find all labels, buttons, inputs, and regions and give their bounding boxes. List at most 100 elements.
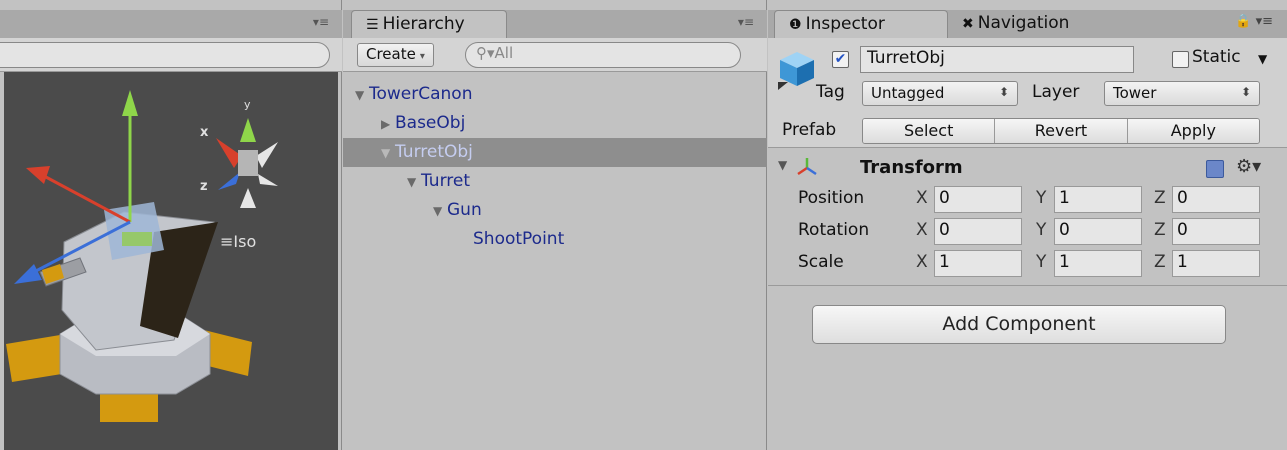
position-x-field[interactable]: 0	[934, 186, 1022, 213]
scene-panel: ▾≡ y x z ≡Iso	[0, 0, 342, 450]
position-row: Position X 0 Y 1 Z 0	[768, 184, 1287, 216]
search-icon: ⚲▾	[476, 44, 495, 62]
inspector-panel: ❶ Inspector ✖ Navigation 🔒 ▾≡ ✔ TurretObj …	[768, 0, 1287, 450]
create-button[interactable]: Create ▾	[357, 43, 434, 67]
hierarchy-item[interactable]: ▶ BaseObj	[343, 109, 767, 138]
position-y-field[interactable]: 1	[1054, 186, 1142, 213]
hierarchy-tree: ▼ TowerCanon ▶ BaseObj ▼ TurretObj ▼ Turret ▼ Gun…	[343, 80, 767, 254]
gizmo-x-arrow[interactable]	[26, 166, 50, 184]
tab-hierarchy[interactable]: ☰ Hierarchy	[351, 10, 507, 38]
updown-icon: ⬍	[1240, 85, 1251, 99]
hierarchy-item-label: ShootPoint	[473, 229, 565, 249]
orient-neg-y-cone[interactable]	[240, 188, 256, 208]
axis-z-label[interactable]: Z	[1154, 252, 1166, 272]
view-mode-label[interactable]: ≡Iso	[220, 232, 256, 251]
hierarchy-toolbar: Create ▾ ⚲▾All	[343, 38, 767, 72]
updown-icon: ⬍	[998, 85, 1009, 99]
scale-x-field[interactable]: 1	[934, 250, 1022, 277]
orient-neg-z-cone[interactable]	[258, 174, 278, 186]
panel-menu-icon[interactable]: ▾≡	[738, 15, 754, 29]
axis-y-label[interactable]: Y	[1036, 220, 1046, 240]
hierarchy-item[interactable]: ShootPoint	[343, 225, 767, 254]
scene-viewport[interactable]: y x z ≡Iso	[4, 72, 338, 450]
tab-inspector[interactable]: ❶ Inspector	[774, 10, 948, 38]
hierarchy-item[interactable]: ▼ TurretObj	[343, 138, 767, 167]
gizmo-y-arrow[interactable]	[122, 90, 138, 116]
expanded-arrow-icon[interactable]: ▼	[355, 81, 369, 110]
rotation-y-field[interactable]: 0	[1054, 218, 1142, 245]
tag-dropdown[interactable]: Untagged ⬍	[862, 81, 1018, 106]
hierarchy-item-label: Gun	[447, 200, 482, 220]
hierarchy-item-label: BaseObj	[395, 113, 466, 133]
hierarchy-search-input[interactable]: ⚲▾All	[465, 42, 741, 68]
axis-z-label[interactable]: Z	[1154, 220, 1166, 240]
orient-y-label: y	[244, 98, 251, 111]
prefab-apply-button[interactable]: Apply	[1127, 119, 1259, 143]
prefab-label: Prefab	[782, 120, 837, 140]
expanded-arrow-icon[interactable]: ▼	[407, 168, 421, 197]
layer-label: Layer	[1032, 82, 1080, 102]
axis-x-label[interactable]: X	[916, 220, 928, 240]
add-component-button[interactable]: Add Component	[812, 305, 1226, 344]
prefab-select-button[interactable]: Select	[863, 119, 996, 143]
scene-render: y x z	[6, 90, 278, 422]
axis-x-label[interactable]: X	[916, 252, 928, 272]
orient-center-cube[interactable]	[238, 150, 258, 176]
scale-z-field[interactable]: 1	[1172, 250, 1260, 277]
prefab-revert-button[interactable]: Revert	[995, 119, 1128, 143]
static-checkbox[interactable]	[1172, 51, 1189, 68]
scale-label: Scale	[798, 252, 844, 272]
static-label: Static	[1192, 47, 1241, 67]
orient-y-cone[interactable]	[240, 118, 256, 142]
orient-z-label: z	[200, 179, 208, 194]
transform-component: Position X 0 Y 1 Z 0 Rotation X 0 Y 0 Z …	[768, 152, 1287, 286]
layer-dropdown[interactable]: Tower ⬍	[1104, 81, 1260, 106]
gizmo-x-axis[interactable]	[43, 174, 131, 224]
gizmo-z-arrow[interactable]	[14, 264, 42, 284]
rotation-label: Rotation	[798, 220, 870, 240]
collapsed-arrow-icon[interactable]: ▶	[381, 110, 395, 139]
orient-x-label: x	[200, 125, 209, 140]
axis-z-label[interactable]: Z	[1154, 188, 1166, 208]
inspector-tabbar: ❶ Inspector ✖ Navigation	[768, 10, 1287, 38]
hierarchy-item[interactable]: ▼ Gun	[343, 196, 767, 225]
list-icon: ☰	[366, 17, 379, 33]
hierarchy-tabbar: ☰ Hierarchy	[343, 10, 767, 38]
lines-icon: ≡	[220, 232, 234, 251]
rotation-x-field[interactable]: 0	[934, 218, 1022, 245]
object-name-field[interactable]: TurretObj	[860, 46, 1134, 73]
navigation-icon: ✖	[962, 16, 974, 32]
lock-icon[interactable]: 🔒 ▾≡	[1235, 14, 1273, 29]
turret-top-marker	[122, 232, 152, 246]
expanded-arrow-icon[interactable]: ▼	[433, 197, 447, 226]
hierarchy-item-label: TowerCanon	[369, 84, 473, 104]
scene-search-input[interactable]	[0, 42, 330, 68]
rotation-z-field[interactable]: 0	[1172, 218, 1260, 245]
orient-neg-x-cone[interactable]	[256, 142, 278, 168]
position-label: Position	[798, 188, 865, 208]
panel-menu-icon[interactable]: ▾≡	[313, 15, 329, 29]
scene-toolbar	[0, 38, 342, 72]
info-icon: ❶	[789, 17, 802, 33]
scene-tabbar	[0, 10, 342, 38]
position-z-field[interactable]: 0	[1172, 186, 1260, 213]
axis-x-label[interactable]: X	[916, 188, 928, 208]
orient-z-cone[interactable]	[218, 172, 240, 190]
chevron-down-icon: ▾	[419, 51, 425, 62]
tag-label: Tag	[816, 82, 845, 102]
gameobject-cube-icon	[778, 52, 814, 90]
scale-y-field[interactable]: 1	[1054, 250, 1142, 277]
axis-y-label[interactable]: Y	[1036, 188, 1046, 208]
checkmark-icon: ✔	[834, 51, 847, 67]
rotation-row: Rotation X 0 Y 0 Z 0	[768, 216, 1287, 248]
hierarchy-item-label: TurretObj	[395, 142, 473, 162]
hierarchy-item[interactable]: ▼ Turret	[343, 167, 767, 196]
tab-navigation[interactable]: ✖ Navigation	[948, 10, 1128, 38]
chevron-down-icon[interactable]: ▼	[1258, 52, 1267, 66]
orientation-gizmo[interactable]: y x z	[200, 98, 278, 208]
expanded-arrow-icon[interactable]: ▼	[381, 139, 395, 168]
active-checkbox[interactable]: ✔	[832, 51, 849, 68]
prefab-buttons: Select Revert Apply	[862, 118, 1260, 144]
axis-y-label[interactable]: Y	[1036, 252, 1046, 272]
hierarchy-item[interactable]: ▼ TowerCanon	[343, 80, 767, 109]
